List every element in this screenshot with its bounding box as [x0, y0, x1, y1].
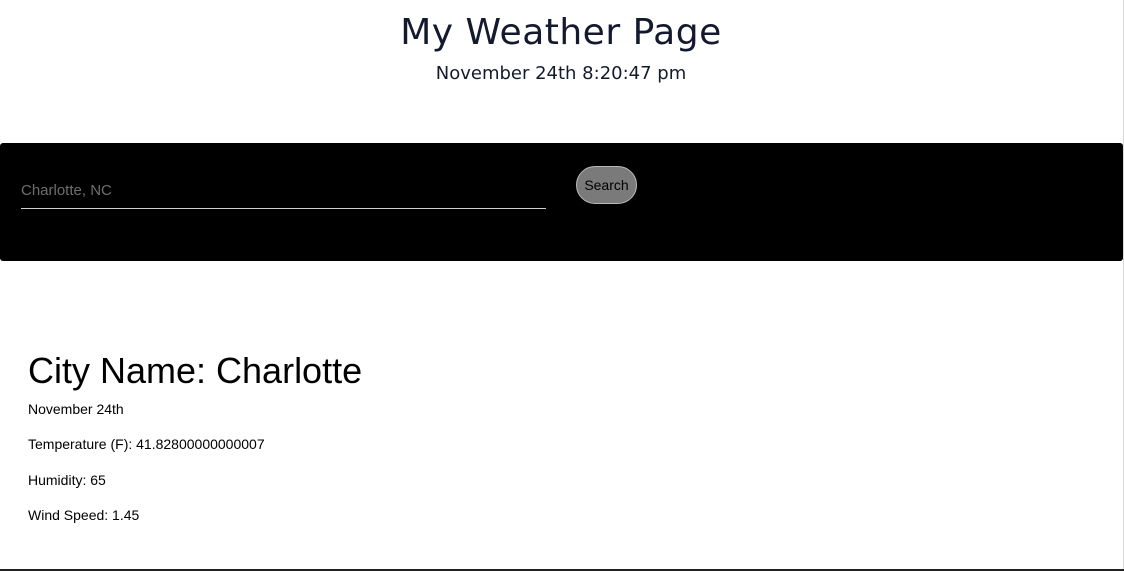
page-title: My Weather Page — [400, 12, 722, 53]
city-name-heading: City Name: Charlotte — [28, 350, 363, 391]
search-button[interactable]: Search — [576, 166, 637, 204]
city-search-input[interactable] — [21, 172, 546, 209]
humidity-reading: Humidity: 65 — [28, 472, 106, 488]
wind-speed-reading: Wind Speed: 1.45 — [28, 507, 140, 523]
temperature-reading: Temperature (F): 41.82800000000007 — [28, 436, 265, 452]
current-datetime: November 24th 8:20:47 pm — [435, 63, 687, 84]
forecast-date: November 24th — [28, 401, 124, 417]
